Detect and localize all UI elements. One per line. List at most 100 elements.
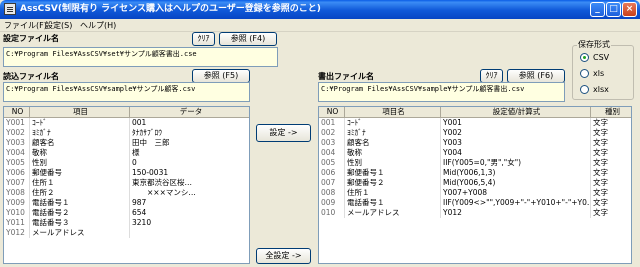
table-row[interactable]: 006 郵便番号１ Mid(Y006,1,3) 文字: [319, 168, 631, 178]
write-file-path[interactable]: C:¥Program Files¥AssCSV¥sample¥サンプル顧客書出.…: [318, 82, 565, 102]
table-row[interactable]: 010 メールアドレス Y012 文字: [319, 208, 631, 218]
table-row[interactable]: Y002 ﾖﾐｶﾞﾅ ﾀﾅｶｻﾌﾞﾛｳ: [4, 128, 249, 138]
table-cell: Y001: [441, 118, 591, 128]
table-cell: Y007: [4, 178, 30, 188]
table-row[interactable]: 009 電話番号１ IIF(Y009<>"",Y009+"-"+Y010+"-"+Y…: [319, 198, 631, 208]
table-row[interactable]: Y008 住所２ ×××マンシ…: [4, 188, 249, 198]
table-cell: Y003: [441, 138, 591, 148]
table-row[interactable]: 001 ｺｰﾄﾞ Y001 文字: [319, 118, 631, 128]
radio-csv-label: CSV: [593, 53, 610, 62]
output-fields-table[interactable]: NO 項目名 設定値/計算式 種別 001 ｺｰﾄﾞ Y001 文字 002 ﾖﾐｶﾞﾅ Y…: [318, 106, 632, 264]
table-cell: Y004: [441, 148, 591, 158]
close-button[interactable]: ×: [622, 2, 637, 17]
table-row[interactable]: 007 郵便番号２ Mid(Y006,5,4) 文字: [319, 178, 631, 188]
table-row[interactable]: Y009 電話番号１ 987: [4, 198, 249, 208]
table-cell: 文字: [591, 138, 631, 148]
table-cell: 001: [319, 118, 345, 128]
table-cell: 009: [319, 198, 345, 208]
table-row[interactable]: Y005 性別 0: [4, 158, 249, 168]
save-format-label: 保存形式: [577, 40, 611, 50]
table-cell: 987: [130, 198, 249, 208]
table-cell: 001: [130, 118, 249, 128]
output-table-body: 001 ｺｰﾄﾞ Y001 文字 002 ﾖﾐｶﾞﾅ Y002 文字 003 顧客名 Y003 文字 0…: [319, 118, 631, 218]
table-row[interactable]: Y004 敬称様: [4, 148, 249, 158]
table-cell: Y012: [441, 208, 591, 218]
table-cell: Y012: [4, 228, 30, 238]
table-cell: 電話番号１: [345, 198, 441, 208]
table-cell: 性別: [345, 158, 441, 168]
save-format-group: 保存形式 CSV xls xlsx: [572, 40, 634, 100]
table-cell: Y008: [4, 188, 30, 198]
table-cell: ﾖﾐｶﾞﾅ: [30, 128, 130, 138]
read-browse-button[interactable]: 参照 (F5): [192, 69, 250, 83]
table-cell: 004: [319, 148, 345, 158]
maximize-button[interactable]: □: [606, 2, 621, 17]
window-title: AssCSV(制限有り ライセンス購入はヘルプのユーザー登録を参照のこと): [20, 4, 321, 14]
header-formula: 設定値/計算式: [441, 107, 591, 117]
table-cell: 顧客名: [30, 138, 130, 148]
table-cell: 654: [130, 208, 249, 218]
table-cell: Y002: [441, 128, 591, 138]
table-cell: 3210: [130, 218, 249, 228]
read-file-path[interactable]: C:¥Program Files¥AssCSV¥sample¥サンプル顧客.cs…: [3, 82, 250, 102]
table-cell: 0: [130, 158, 249, 168]
table-cell: 150-0031: [130, 168, 249, 178]
menu-file[interactable]: ファイル(F): [4, 20, 47, 31]
table-cell: 敬称: [345, 148, 441, 158]
set-button[interactable]: 設定 ->: [256, 124, 311, 142]
read-file-label: 読込ファイル名: [3, 72, 59, 81]
table-cell: Y010: [4, 208, 30, 218]
header-type: 種別: [591, 107, 631, 117]
write-clear-button[interactable]: ｸﾘｱ: [480, 69, 503, 83]
table-cell: 文字: [591, 148, 631, 158]
table-cell: 郵便番号２: [345, 178, 441, 188]
table-row[interactable]: Y006 郵便番号 150-0031: [4, 168, 249, 178]
menu-help[interactable]: ヘルプ(H): [80, 20, 116, 31]
table-cell: 郵便番号: [30, 168, 130, 178]
table-row[interactable]: Y001 ｺｰﾄﾞ 001: [4, 118, 249, 128]
radio-xlsx[interactable]: [580, 85, 589, 94]
table-cell: 文字: [591, 118, 631, 128]
table-cell: 文字: [591, 198, 631, 208]
app-window: AssCSV(制限有り ライセンス購入はヘルプのユーザー登録を参照のこと) _ …: [0, 0, 640, 267]
table-row[interactable]: 005 性別 IIF(Y005=0,"男","女") 文字: [319, 158, 631, 168]
radio-csv[interactable]: [580, 53, 589, 62]
table-cell: 文字: [591, 208, 631, 218]
table-cell: [130, 228, 249, 238]
settings-clear-button[interactable]: ｸﾘｱ: [192, 32, 215, 46]
table-row[interactable]: 003 顧客名 Y003 文字: [319, 138, 631, 148]
set-all-button[interactable]: 全設定 ->: [256, 248, 311, 264]
settings-file-path[interactable]: C:¥Program Files¥AssCSV¥set¥サンプル顧客書出.cse: [3, 47, 278, 67]
table-cell: メールアドレス: [345, 208, 441, 218]
table-cell: 002: [319, 128, 345, 138]
table-cell: ×××マンシ…: [130, 188, 249, 198]
header-item-name: 項目名: [345, 107, 441, 117]
header-data: データ: [130, 107, 249, 117]
table-row[interactable]: 008 住所１ Y007+Y008 文字: [319, 188, 631, 198]
write-browse-button[interactable]: 参照 (F6): [507, 69, 565, 83]
table-cell: 文字: [591, 158, 631, 168]
table-row[interactable]: Y007 住所１ 東京都渋谷区桜…: [4, 178, 249, 188]
table-cell: 住所１: [30, 178, 130, 188]
table-cell: 住所１: [345, 188, 441, 198]
table-cell: 文字: [591, 128, 631, 138]
source-fields-table[interactable]: NO 項目 データ Y001 ｺｰﾄﾞ 001 Y002 ﾖﾐｶﾞﾅ ﾀﾅｶｻﾌﾞﾛｳ Y0…: [3, 106, 250, 264]
table-row[interactable]: Y010 電話番号２ 654: [4, 208, 249, 218]
settings-browse-button[interactable]: 参照 (F4): [219, 32, 277, 46]
table-row[interactable]: Y012 メールアドレス: [4, 228, 249, 238]
table-row[interactable]: 004 敬称 Y004 文字: [319, 148, 631, 158]
menu-settings[interactable]: 設定(S): [45, 20, 72, 31]
header-no: NO: [4, 107, 30, 117]
settings-file-label: 設定ファイル名: [3, 34, 59, 43]
radio-xls[interactable]: [580, 69, 589, 78]
table-cell: ｺｰﾄﾞ: [30, 118, 130, 128]
table-row[interactable]: Y011 電話番号３ 3210: [4, 218, 249, 228]
table-cell: 性別: [30, 158, 130, 168]
table-cell: 010: [319, 208, 345, 218]
table-cell: Y006: [4, 168, 30, 178]
table-row[interactable]: 002 ﾖﾐｶﾞﾅ Y002 文字: [319, 128, 631, 138]
radio-xlsx-label: xlsx: [593, 85, 609, 94]
radio-xls-label: xls: [593, 69, 605, 78]
minimize-button[interactable]: _: [590, 2, 605, 17]
table-row[interactable]: Y003 顧客名 田中 三郎: [4, 138, 249, 148]
